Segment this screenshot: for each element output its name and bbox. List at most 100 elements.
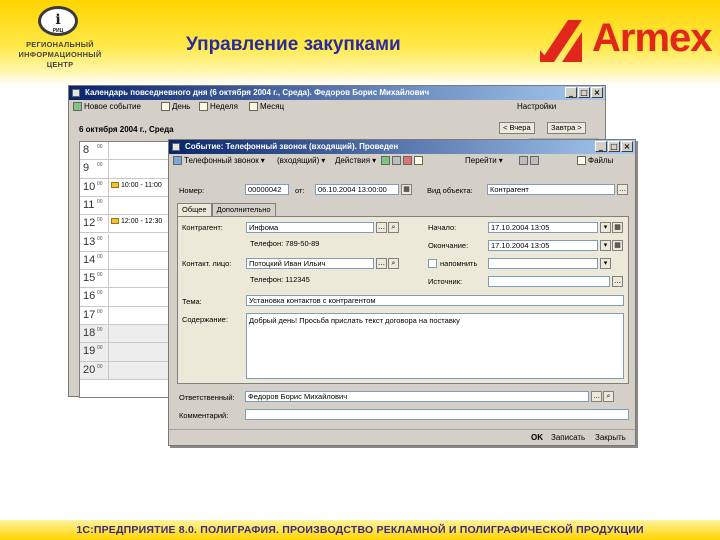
files-button[interactable]: Файлы — [577, 156, 613, 165]
responsible-field[interactable]: Федоров Борис Михайлович — [245, 391, 589, 402]
calendar-picker-icon[interactable]: ▦ — [612, 240, 623, 251]
time-slot[interactable] — [108, 251, 170, 270]
tab-general[interactable]: Общее — [177, 203, 212, 217]
direction-button[interactable]: (входящий) ▾ — [277, 156, 325, 165]
event-time: 10:00 - 11:00 — [121, 181, 162, 189]
content-textarea[interactable]: Добрый день! Просьба прислать текст дого… — [246, 313, 624, 379]
hour-row[interactable]: 17 00 — [80, 306, 170, 325]
select-button-icon[interactable]: … — [612, 276, 623, 287]
time-slot[interactable] — [108, 270, 170, 288]
day-label: День — [172, 102, 191, 111]
ric-org-name: РЕГИОНАЛЬНЫЙ ИНФОРМАЦИОННЫЙ ЦЕНТР — [10, 40, 110, 70]
actions-menu[interactable]: Действия ▾ — [335, 156, 376, 165]
time-slot[interactable] — [108, 196, 170, 215]
calendar-picker-icon[interactable]: ▦ — [612, 222, 623, 233]
select-button-icon[interactable]: … — [376, 222, 387, 233]
search-icon[interactable]: ⌕ — [603, 391, 614, 402]
close-icon[interactable]: × — [591, 87, 603, 98]
hour-row[interactable]: 14 00 — [80, 251, 170, 271]
event-dialog-title: Событие: Телефонный звонок (входящий). П… — [185, 142, 399, 151]
subject-field[interactable]: Установка контактов с контрагентом — [246, 295, 624, 306]
time-slot[interactable] — [108, 160, 170, 178]
start-label: Начало: — [428, 223, 457, 232]
save-button[interactable]: Записать — [551, 433, 585, 442]
slide-footer: 1С:ПРЕДПРИЯТИЕ 8.0. ПОЛИГРАФИЯ. ПРОИЗВОД… — [0, 520, 720, 540]
new-event-button[interactable]: Новое событие — [73, 102, 141, 111]
maximize-icon[interactable]: □ — [608, 141, 620, 152]
calendar-event[interactable]: 10:00 - 11:00 — [111, 182, 162, 189]
select-button-icon[interactable]: … — [591, 391, 602, 402]
files-icon — [577, 156, 586, 165]
search-icon[interactable]: ⌕ — [388, 222, 399, 233]
chevron-down-icon[interactable]: ▾ — [600, 258, 611, 269]
hour-label: 14 — [83, 253, 96, 266]
month-button[interactable]: Месяц — [249, 102, 284, 111]
remind-checkbox[interactable] — [428, 259, 437, 268]
search-icon[interactable]: ⌕ — [388, 258, 399, 269]
contact-phone: Телефон: 112345 — [250, 275, 310, 284]
time-slot[interactable] — [108, 233, 170, 251]
remind-label: напомнить — [440, 259, 478, 268]
calendar-event[interactable]: 12:00 - 12:30 — [111, 218, 162, 225]
slide: i РИЦ РЕГИОНАЛЬНЫЙ ИНФОРМАЦИОННЫЙ ЦЕНТР … — [0, 0, 720, 540]
delete-icon[interactable] — [403, 156, 412, 165]
hour-row[interactable]: 16 00 — [80, 288, 170, 307]
day-button[interactable]: День — [161, 102, 190, 111]
hour-row[interactable]: 18 00 — [80, 325, 170, 344]
select-button-icon[interactable]: … — [617, 184, 628, 195]
minimize-icon[interactable]: _ — [595, 141, 607, 152]
minimize-icon[interactable]: _ — [565, 87, 577, 98]
date-field[interactable]: 06.10.2004 13:00:00 — [315, 184, 399, 195]
number-field[interactable]: 00000042 — [245, 184, 289, 195]
end-field[interactable]: 17.10.2004 13:05 — [488, 240, 598, 251]
copy-icon[interactable] — [392, 156, 401, 165]
hour-row[interactable]: 20 00 — [80, 361, 170, 380]
start-field[interactable]: 17.10.2004 13:05 — [488, 222, 598, 233]
hour-row[interactable]: 9 00 — [80, 160, 170, 179]
hour-row[interactable]: 8 00 — [80, 142, 170, 161]
comment-field[interactable] — [245, 409, 629, 420]
tab-additional[interactable]: Дополнительно — [211, 203, 276, 216]
time-slot[interactable] — [108, 288, 170, 306]
hour-row[interactable]: 13 00 — [80, 233, 170, 252]
contact-field[interactable]: Потоцкий Иван Ильич — [246, 258, 374, 269]
close-button[interactable]: Закрыть — [595, 433, 626, 442]
hour-suffix: 00 — [97, 235, 103, 242]
hour-row[interactable]: 15 00 — [80, 270, 170, 289]
object-type-field[interactable]: Контрагент — [487, 184, 615, 195]
prev-day-button[interactable]: < Вчера — [499, 122, 535, 134]
counterparty-field[interactable]: Инфома — [246, 222, 374, 233]
time-slot[interactable] — [108, 325, 170, 343]
event-type-button[interactable]: Телефонный звонок ▾ — [173, 156, 265, 165]
chevron-down-icon[interactable]: ▾ — [600, 240, 611, 251]
hour-suffix: 00 — [97, 217, 103, 224]
select-button-icon[interactable]: … — [376, 258, 387, 269]
ok-button[interactable]: OK — [531, 433, 543, 442]
time-slot[interactable] — [108, 142, 170, 160]
close-icon[interactable]: × — [621, 141, 633, 152]
time-slot[interactable] — [108, 361, 170, 379]
refresh-icon[interactable] — [414, 156, 423, 165]
add-icon[interactable] — [381, 156, 390, 165]
hour-row[interactable]: 12 00 12:00 - 12:30 — [80, 215, 170, 234]
hour-row[interactable]: 11 00 — [80, 196, 170, 216]
maximize-icon[interactable]: □ — [578, 87, 590, 98]
calendar-window-title: Календарь повседневного дня (6 октября 2… — [85, 88, 430, 97]
source-field[interactable] — [488, 276, 610, 287]
settings-button[interactable]: Настройки — [517, 102, 556, 111]
next-day-button[interactable]: Завтра > — [547, 122, 586, 134]
hour-row[interactable]: 10 00 10:00 - 11:00 — [80, 178, 170, 197]
calendar-toolbar: Новое событие День Неделя Месяц Настройк… — [69, 100, 605, 115]
week-button[interactable]: Неделя — [199, 102, 238, 111]
remind-field[interactable] — [488, 258, 598, 269]
hour-row[interactable]: 19 00 — [80, 343, 170, 362]
forward-icon[interactable] — [530, 156, 539, 165]
time-slot[interactable] — [108, 343, 170, 361]
calendar-picker-icon[interactable]: ▦ — [401, 184, 412, 195]
time-slot[interactable] — [108, 306, 170, 324]
day-grid[interactable]: 8 00 9 00 10 00 10:00 - 11:00 11 00 12 00 12:… — [79, 141, 171, 398]
chevron-down-icon[interactable]: ▾ — [600, 222, 611, 233]
back-icon[interactable] — [519, 156, 528, 165]
dialog-nav-icons — [519, 156, 539, 165]
goto-menu[interactable]: Перейти ▾ — [465, 156, 503, 165]
